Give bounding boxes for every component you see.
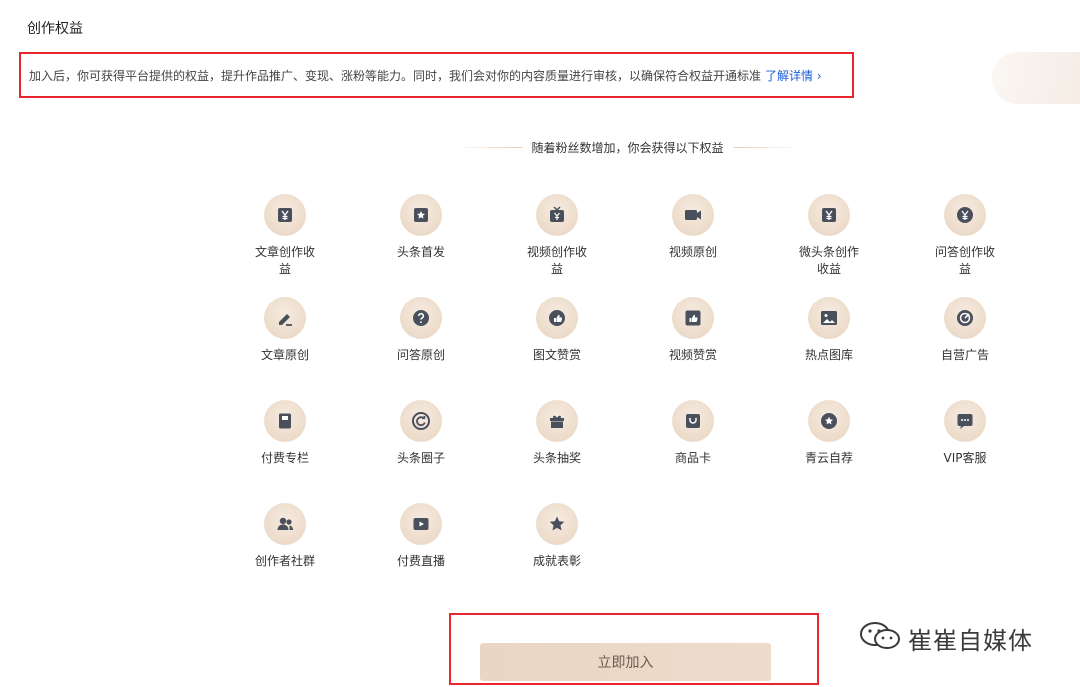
watermark: 崔崔自媒体 — [858, 618, 1033, 658]
benefit-label: 图文赞赏 — [532, 348, 581, 362]
benefit-item[interactable]: 文章创作收益 — [217, 194, 353, 297]
live-camera-icon — [400, 503, 442, 545]
benefit-item[interactable]: 成就表彰 — [489, 503, 625, 606]
section-divider: 随着粉丝数增加，你会获得以下权益 — [455, 138, 801, 156]
benefit-item[interactable]: 问答原创 — [353, 297, 489, 400]
benefits-grid: 文章创作收益 头条首发 视频创作收益 视频原创 微头条创作收益 问答创作收益文章原创 问答原… — [217, 194, 1033, 606]
join-button[interactable]: 立即加入 — [480, 643, 771, 681]
benefit-item[interactable]: 微头条创作收益 — [761, 194, 897, 297]
video-camera-icon — [672, 194, 714, 236]
book-icon — [264, 400, 306, 442]
benefit-item[interactable]: 付费直播 — [353, 503, 489, 606]
benefit-item[interactable]: 热点图库 — [761, 297, 897, 400]
benefit-item[interactable]: 青云自荐 — [761, 400, 897, 503]
watermark-text: 崔崔自媒体 — [908, 626, 1033, 655]
benefit-item[interactable]: 图文赞赏 — [489, 297, 625, 400]
thumbs-up-icon — [536, 297, 578, 339]
benefit-item[interactable]: 视频赞赏 — [625, 297, 761, 400]
benefit-label: 视频原创 — [668, 245, 717, 259]
benefit-label: 头条抽奖 — [532, 451, 581, 465]
intro-highlight-box: 加入后，你可获得平台提供的权益，提升作品推广、变现、涨粉等能力。同时，我们会对你… — [19, 52, 854, 98]
benefit-label: 付费专栏 — [260, 451, 309, 465]
divider-line-left — [455, 146, 522, 148]
benefit-label: 付费直播 — [396, 554, 445, 568]
benefit-label: 问答创作收益 — [934, 245, 995, 276]
benefit-label: 视频创作收益 — [526, 245, 587, 276]
gift-icon — [536, 400, 578, 442]
benefit-label: VIP客服 — [943, 451, 987, 465]
benefit-item[interactable]: 自营广告 — [897, 297, 1033, 400]
benefit-item[interactable]: 文章原创 — [217, 297, 353, 400]
chat-icon — [944, 400, 986, 442]
benefit-item[interactable]: 头条圈子 — [353, 400, 489, 503]
benefit-label: 成就表彰 — [532, 554, 581, 568]
thumbs-up-box-icon — [672, 297, 714, 339]
users-icon — [264, 503, 306, 545]
benefit-item[interactable]: 问答创作收益 — [897, 194, 1033, 297]
benefit-item[interactable]: 头条抽奖 — [489, 400, 625, 503]
benefit-label: 问答原创 — [396, 348, 445, 362]
benefit-label: 热点图库 — [804, 348, 853, 362]
benefit-item[interactable]: 视频创作收益 — [489, 194, 625, 297]
benefit-label: 创作者社群 — [254, 554, 315, 568]
benefit-label: 头条圈子 — [396, 451, 445, 465]
circle-arrow-icon — [400, 400, 442, 442]
benefit-label: 视频赞赏 — [668, 348, 717, 362]
benefit-item[interactable]: 付费专栏 — [217, 400, 353, 503]
benefit-label: 头条首发 — [396, 245, 445, 259]
gauge-icon — [944, 297, 986, 339]
divider-line-right — [733, 146, 801, 148]
benefit-item[interactable]: 商品卡 — [625, 400, 761, 503]
question-icon — [400, 297, 442, 339]
yuan-circle-icon — [944, 194, 986, 236]
benefit-label: 文章创作收益 — [254, 245, 315, 276]
benefit-label: 微头条创作收益 — [798, 245, 859, 276]
benefit-label: 商品卡 — [674, 451, 711, 465]
star-badge-icon — [400, 194, 442, 236]
benefit-item[interactable]: 视频原创 — [625, 194, 761, 297]
learn-more-link[interactable]: 了解详情 › — [765, 67, 822, 84]
tv-yuan-icon — [536, 194, 578, 236]
yuan-icon — [264, 194, 306, 236]
image-icon — [808, 297, 850, 339]
pen-icon — [264, 297, 306, 339]
wechat-icon — [858, 621, 902, 655]
decorative-shape — [992, 52, 1080, 104]
star-circle-icon — [808, 400, 850, 442]
page-title: 创作权益 — [27, 21, 83, 37]
benefit-item[interactable]: VIP客服 — [897, 400, 1033, 503]
trophy-star-icon — [536, 503, 578, 545]
benefit-item[interactable]: 头条首发 — [353, 194, 489, 297]
intro-text: 加入后，你可获得平台提供的权益，提升作品推广、变现、涨粉等能力。同时，我们会对你… — [29, 68, 762, 83]
yuan-icon — [808, 194, 850, 236]
divider-text: 随着粉丝数增加，你会获得以下权益 — [531, 140, 724, 155]
benefit-label: 自营广告 — [940, 348, 989, 362]
benefit-item[interactable]: 创作者社群 — [217, 503, 353, 606]
benefit-label: 青云自荐 — [804, 451, 853, 465]
benefit-label: 文章原创 — [260, 348, 309, 362]
shopping-bag-icon — [672, 400, 714, 442]
